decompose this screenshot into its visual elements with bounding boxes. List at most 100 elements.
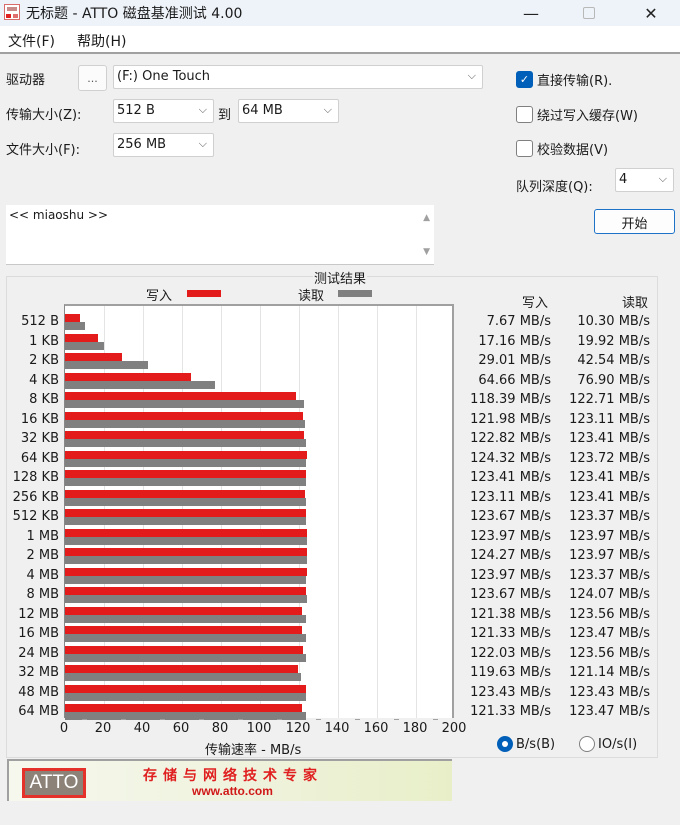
file-size-select[interactable]: 256 MB ⌵ [113, 133, 214, 157]
scroll-up-icon[interactable]: ▲ [423, 213, 430, 223]
checkbox-icon [516, 106, 533, 123]
write-value: 123.97 MB/s [470, 567, 551, 583]
write-bar [65, 470, 306, 478]
y-tick-label: 48 MB [18, 684, 59, 700]
read-bar [65, 478, 306, 486]
write-bar [65, 372, 192, 381]
read-value: 42.54 MB/s [577, 353, 650, 368]
write-bar [65, 567, 307, 576]
write-value: 122.82 MB/s [470, 431, 551, 446]
y-tick-label: 512 KB [12, 509, 59, 524]
start-button[interactable]: 开始 [594, 209, 675, 234]
y-tick-label: 8 KB [29, 392, 59, 407]
file-size-value: 256 MB [117, 137, 167, 152]
read-column-header: 读取 [622, 296, 649, 311]
maximize-button[interactable] [566, 0, 612, 26]
drive-select[interactable]: (F:) One Touch ⌵ [113, 65, 483, 89]
x-minor-tick [159, 719, 165, 720]
write-value: 124.27 MB/s [470, 548, 551, 563]
write-value: 123.11 MB/s [470, 489, 551, 505]
y-tick-label: 16 MB [18, 626, 59, 641]
iops-label: IO/s(I) [598, 736, 638, 752]
file-size-label: 文件大小(F): [6, 143, 81, 158]
write-bar [65, 314, 80, 322]
read-bar [65, 634, 306, 642]
write-value: 118.39 MB/s [470, 392, 551, 407]
y-tick-label: 32 KB [20, 431, 59, 446]
iops-radio[interactable]: IO/s(I) [579, 736, 637, 752]
y-tick-label: 4 KB [29, 372, 59, 388]
write-bar [65, 606, 302, 615]
read-value: 123.41 MB/s [569, 489, 650, 505]
read-bar [65, 517, 306, 525]
read-value: 123.43 MB/s [569, 684, 650, 700]
read-value: 124.07 MB/s [569, 587, 650, 602]
atto-banner[interactable]: ATTO 存储与网络技术专家 www.atto.com [7, 759, 452, 801]
bypass-write-cache-label: 绕过写入缓存(W) [537, 109, 638, 124]
scroll-down-icon[interactable]: ▼ [423, 247, 430, 257]
y-tick-label: 8 MB [26, 587, 59, 602]
chevron-down-icon: ⌵ [658, 172, 667, 185]
browse-button[interactable]: ... [78, 65, 107, 91]
transfer-size-to-select[interactable]: 64 MB ⌵ [238, 99, 339, 123]
bypass-write-cache-checkbox[interactable]: 绕过写入缓存(W) [516, 105, 638, 124]
write-bar [65, 684, 306, 693]
x-minor-tick [120, 719, 126, 720]
maximize-icon [583, 7, 595, 19]
read-value: 123.11 MB/s [569, 411, 650, 427]
menu-file[interactable]: 文件(F) [8, 31, 55, 51]
read-bar [65, 458, 307, 467]
y-tick-label: 512 B [21, 314, 59, 329]
y-tick-label: 64 MB [18, 704, 59, 719]
read-bar [65, 497, 306, 506]
minimize-button[interactable]: — [508, 0, 554, 26]
read-bar [65, 692, 306, 701]
bps-radio[interactable]: B/s(B) [497, 736, 555, 752]
transfer-size-from-select[interactable]: 512 B ⌵ [113, 99, 214, 123]
queue-depth-select[interactable]: 4 ⌵ [615, 168, 674, 192]
read-value: 123.37 MB/s [569, 567, 650, 583]
drive-select-value: (F:) One Touch [117, 69, 211, 84]
direct-io-checkbox[interactable]: ✓ 直接传输(R). [516, 70, 612, 89]
read-bar [65, 673, 302, 681]
verify-data-checkbox[interactable]: 校验数据(V) [516, 139, 608, 158]
write-bar [65, 528, 307, 537]
queue-depth-label: 队列深度(Q): [516, 180, 593, 195]
x-tick-label: 100 [246, 721, 272, 736]
write-value: 123.67 MB/s [470, 509, 551, 524]
radio-unselected-icon [579, 736, 595, 752]
y-tick-label: 2 MB [26, 548, 59, 563]
read-value: 76.90 MB/s [577, 372, 650, 388]
read-value: 123.56 MB/s [569, 645, 650, 661]
write-value: 29.01 MB/s [478, 353, 551, 368]
window-title: 无标题 - ATTO 磁盘基准测试 4.00 [26, 6, 243, 22]
read-value: 123.97 MB/s [569, 528, 650, 544]
write-bar [65, 509, 307, 517]
read-bar [65, 419, 306, 428]
read-value: 123.41 MB/s [569, 470, 650, 485]
y-tick-label: 2 KB [29, 353, 59, 368]
title-bar: 无标题 - ATTO 磁盘基准测试 4.00 — ✕ [0, 0, 680, 26]
description-textarea[interactable]: << miaoshu >> ▲ ▼ [6, 205, 434, 265]
y-tick-label: 64 KB [20, 450, 59, 466]
write-value: 64.66 MB/s [478, 372, 551, 388]
read-bar [65, 322, 86, 330]
read-value: 121.14 MB/s [569, 665, 650, 680]
write-bar [65, 645, 303, 654]
read-value: 122.71 MB/s [569, 392, 650, 407]
banner-slogan: 存储与网络技术专家 [143, 768, 323, 784]
radio-selected-icon [497, 736, 513, 752]
menu-help[interactable]: 帮助(H) [77, 31, 126, 51]
write-bar [65, 489, 306, 498]
description-text: << miaoshu >> [9, 208, 109, 222]
banner-url[interactable]: www.atto.com [192, 784, 273, 798]
gridline [377, 306, 378, 718]
write-bar [65, 704, 302, 712]
close-button[interactable]: ✕ [628, 0, 674, 26]
transfer-size-to-value: 64 MB [242, 103, 283, 118]
x-tick-label: 140 [324, 721, 350, 736]
chevron-down-icon: ⌵ [198, 103, 207, 116]
write-bar [65, 587, 307, 595]
read-bar [65, 575, 306, 584]
write-bar [65, 353, 122, 361]
